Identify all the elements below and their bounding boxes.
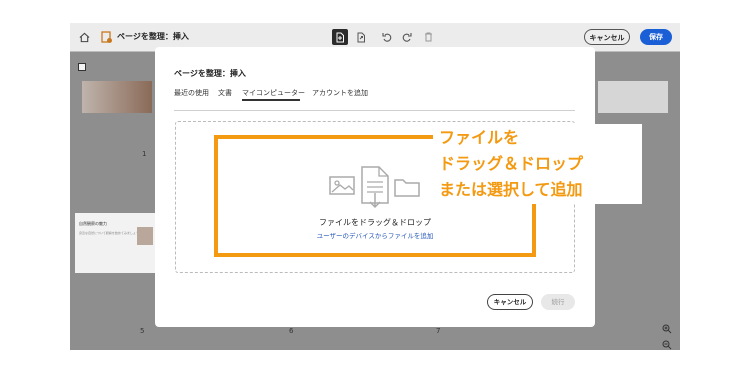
- insert-page-icon[interactable]: [332, 29, 348, 45]
- page-number: 6: [289, 327, 294, 335]
- annotation-callout: ファイルを ドラッグ＆ドロップ または選択して追加: [433, 124, 642, 204]
- tab-documents[interactable]: 文書: [218, 88, 232, 98]
- cancel-button[interactable]: キャンセル: [584, 29, 630, 45]
- page-thumbnail[interactable]: [598, 81, 668, 113]
- tabs-divider: [174, 110, 575, 111]
- page-number: 5: [140, 327, 145, 335]
- page-thumbnail[interactable]: [82, 81, 152, 113]
- tab-my-computer[interactable]: マイコンピューター: [242, 88, 305, 98]
- zoom-out-icon[interactable]: [662, 335, 672, 350]
- dialog-continue-button[interactable]: 続行: [541, 294, 575, 310]
- active-tab-indicator: [242, 99, 300, 101]
- redo-icon[interactable]: [399, 29, 415, 45]
- tab-recent[interactable]: 最近の使用: [174, 88, 209, 98]
- extract-page-icon[interactable]: [353, 29, 369, 45]
- annotation-line: ドラッグ＆ドロップ: [439, 154, 584, 173]
- select-all-checkbox[interactable]: [78, 63, 86, 71]
- thumbnail-image: [137, 227, 153, 245]
- thumbnail-heading: 自然観察の魅力: [79, 221, 107, 226]
- thumbnail-text: 身近な自然について観察を始めてみましょう: [79, 231, 139, 235]
- dialog-title: ページを整理：挿入: [174, 69, 246, 78]
- undo-icon[interactable]: [379, 29, 395, 45]
- dialog-cancel-button[interactable]: キャンセル: [487, 294, 533, 310]
- page-number: 1: [142, 150, 147, 158]
- save-button[interactable]: 保存: [640, 29, 672, 45]
- annotation-line: ファイルを: [439, 128, 520, 147]
- window-title: ページを整理：挿入: [117, 32, 189, 41]
- organize-pages-icon: [99, 29, 115, 45]
- page-thumbnail[interactable]: 自然観察の魅力 身近な自然について観察を始めてみましょう: [75, 213, 155, 273]
- page-number: 7: [436, 327, 441, 335]
- tab-add-account[interactable]: アカウントを追加: [312, 88, 368, 98]
- delete-icon[interactable]: [420, 29, 436, 45]
- annotation-line: または選択して追加: [439, 180, 583, 199]
- home-icon[interactable]: [76, 29, 92, 45]
